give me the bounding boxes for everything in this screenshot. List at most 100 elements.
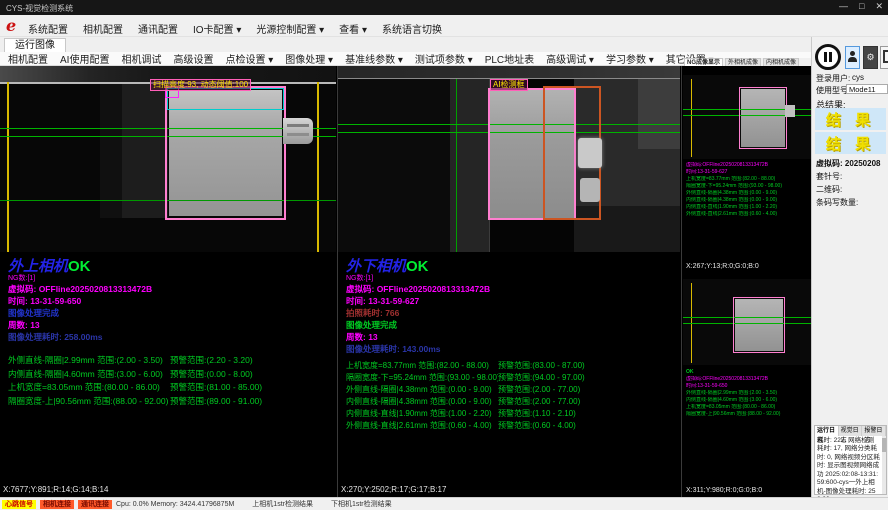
maximize-button[interactable]: □: [859, 1, 864, 12]
warn-range: 预警范围:(94.00 - 97.00): [498, 372, 585, 384]
mini-line: 外侧直线-隔圈|4.38mm 范围:(0.00 - 9.00): [686, 190, 808, 197]
measure-value: 上机宽度=83.05mm 范围:(80.00 - 86.00): [8, 381, 170, 395]
warn-range: 预警范围:(2.00 - 77.00): [498, 396, 580, 408]
qr-code-label: 二维码:: [816, 184, 842, 195]
minimize-button[interactable]: —: [839, 1, 848, 12]
tool-plc-address[interactable]: PLC地址表: [485, 51, 534, 66]
left-camera-image[interactable]: 扫描高度:93, 动态阈值:100: [0, 66, 336, 252]
dark-column: [100, 84, 122, 218]
measure-value: 隔圈宽度-上|90.56mm 范围:(88.00 - 92.00): [8, 395, 170, 409]
result-ok: OK: [686, 369, 808, 376]
warn-range: 预警范围:(1.10 - 2.10): [498, 408, 576, 420]
exit-button[interactable]: [880, 46, 888, 69]
measurement-row: 外侧直线-隔圈|2.99mm 范围:(2.00 - 3.50)预警范围:(2.2…: [8, 354, 328, 368]
close-button[interactable]: ✕: [875, 1, 883, 12]
done-line: 图像处理完成: [346, 320, 666, 331]
tool-ai-config[interactable]: AI使用配置: [60, 51, 109, 66]
measurement-row: 隔圈宽度-下=95.24mm 范围:(93.00 - 98.00)预警范围:(9…: [346, 372, 666, 384]
mini-line: 时间:13-31-59-650: [686, 383, 808, 390]
pink-roi-frame: [739, 87, 787, 149]
warn-range: 预警范围:(81.00 - 85.00): [170, 381, 262, 395]
tool-test-params[interactable]: 测试项参数 ▾: [415, 51, 473, 66]
log-tabs: 运行日志 视觉日志 报警日志: [815, 426, 886, 436]
mini-line: 内侧直线-隔圈|4.38mm 范围:(0.00 - 9.00): [686, 197, 808, 204]
yellow-guide-line: [691, 79, 692, 157]
measurement-row: 外侧直线-隔圈|4.38mm 范围:(0.00 - 9.00)预警范围:(2.0…: [346, 384, 666, 396]
menu-camera-config[interactable]: 相机配置: [83, 21, 123, 36]
thumb-pixel-coords: X:311;Y:980;R:0;G:0;B:0: [686, 487, 762, 494]
tool-image-processing[interactable]: 图像处理 ▾: [285, 51, 333, 66]
menu-light-config[interactable]: 光源控制配置 ▾: [256, 21, 324, 36]
measure-value: 隔圈宽度-下=95.24mm 范围:(93.00 - 98.00): [346, 372, 498, 384]
title-bar: CYS-视觉检测系统 — □ ✕: [0, 0, 888, 15]
thumbnail-image: [683, 75, 811, 159]
connector-part: [283, 118, 313, 144]
warn-range: 预警范围:(0.00 - 8.00): [170, 368, 253, 382]
measure-value: 外侧直线-隔圈|2.99mm 范围:(2.00 - 3.50): [8, 354, 170, 368]
menu-comm-config[interactable]: 通讯配置: [138, 21, 178, 36]
tool-advanced-debug[interactable]: 高级调试 ▾: [546, 51, 594, 66]
mini-line: 虚拟码:OFFline2025020813313472B: [686, 376, 808, 383]
menu-items: 系统配置 相机配置 通讯配置 IO卡配置 ▾ 光源控制配置 ▾ 查看 ▾ 系统语…: [28, 21, 442, 36]
metal-highlight: [580, 178, 600, 202]
ng-count: NG数:[1]: [8, 275, 328, 283]
camera-name: 外下相机: [346, 258, 406, 275]
tab-run-log[interactable]: 运行日志: [815, 426, 839, 436]
barcode-line: 虚拟码: OFFline2025020813313472B: [346, 284, 666, 295]
login-user-label: 登录用户:: [816, 73, 850, 84]
window-controls: — □ ✕: [839, 1, 883, 12]
warn-range: 预警范围:(83.00 - 87.00): [498, 360, 585, 372]
center-camera-title: 外下相机OK: [346, 258, 666, 275]
measure-value: 内侧直线-直线|1.90mm 范围:(1.00 - 2.20): [346, 408, 498, 420]
log-text: 耗时: 222, 网络检测耗时: 17, 网络分类耗时: 0, 网络视频分区耗时…: [815, 436, 886, 506]
camera-connection-badge: 相机连接: [40, 500, 74, 509]
tab-run-image[interactable]: 运行图像: [4, 38, 66, 52]
left-pixel-coords: X:7677;Y:891;R:14;G:14;B:14: [3, 485, 108, 494]
main-area: 扫描高度:93, 动态阈值:100 外上相机OK NG数:[1] 虚拟码: OF…: [0, 66, 811, 497]
mini-line: 外侧直线-直线|2.61mm 范围:(0.60 - 4.00): [686, 211, 808, 218]
photo-time-line: 拍照耗时: 766: [346, 308, 666, 319]
status-bar: 心跳信号 相机连接 通讯连接 Cpu: 0.0% Memory: 3424.41…: [0, 497, 888, 510]
warn-range: 预警范围:(2.00 - 77.00): [498, 384, 580, 396]
panel-divider: [681, 66, 682, 497]
machine-top-band: [338, 66, 680, 78]
log-scrollbar[interactable]: [882, 436, 886, 494]
machine-highlight: [638, 79, 680, 149]
measurement-rows: 上机宽度=83.77mm 范围:(82.00 - 88.00)预警范围:(83.…: [346, 360, 666, 432]
comm-connection-badge: 通讯连接: [78, 500, 112, 509]
menu-io-config[interactable]: IO卡配置 ▾: [193, 21, 241, 36]
tool-advanced-settings[interactable]: 高级设置: [173, 51, 213, 66]
menu-language[interactable]: 系统语言切换: [382, 21, 442, 36]
tool-spot-check[interactable]: 点检设置 ▾: [225, 51, 273, 66]
tool-learning-params[interactable]: 学习参数 ▾: [606, 51, 654, 66]
ng-thumbnail-bottom[interactable]: OK 虚拟码:OFFline2025020813313472B 时间:13-31…: [683, 273, 811, 497]
thumbnail-image: [683, 279, 811, 365]
menu-view[interactable]: 查看 ▾: [339, 21, 367, 36]
result-ok: OK: [406, 258, 429, 275]
time-line: 时间: 13-31-59-650: [8, 296, 328, 307]
time-line: 时间: 13-31-59-627: [346, 296, 666, 307]
measure-value: 外侧直线-直线|2.61mm 范围:(0.60 - 4.00): [346, 420, 498, 432]
center-result-info: 外下相机OK NG数:[1] 虚拟码: OFFline2025020813313…: [346, 258, 666, 432]
measurement-row: 内侧直线-直线|1.90mm 范围:(1.00 - 2.20)预警范围:(1.1…: [346, 408, 666, 420]
yellow-guide-line-right: [317, 82, 319, 252]
process-time-line: 图像处理耗时: 143.00ms: [346, 344, 666, 355]
pause-button[interactable]: [815, 44, 841, 70]
mini-line: 外侧直线-隔圈|2.99mm 范围:(2.00 - 3.50): [686, 390, 808, 397]
user-login-button[interactable]: [845, 46, 860, 69]
settings-button[interactable]: ⚙: [863, 46, 878, 69]
center-camera-image[interactable]: AI检测框: [338, 66, 680, 252]
model-field[interactable]: Mode11: [846, 84, 888, 94]
tool-camera-config[interactable]: 相机配置: [8, 51, 48, 66]
mini-line: 上机宽度=83.77mm 范围:(82.00 - 88.00): [686, 176, 808, 183]
tab-alarm-log[interactable]: 报警日志: [862, 426, 886, 436]
measurement-row: 上机宽度=83.05mm 范围:(80.00 - 86.00)预警范围:(81.…: [8, 381, 328, 395]
tab-vision-log[interactable]: 视觉日志: [839, 426, 863, 436]
menu-system-config[interactable]: 系统配置: [28, 21, 68, 36]
window-title: CYS-视觉检测系统: [6, 3, 73, 14]
yellow-guide-line-left: [7, 82, 9, 252]
ng-thumbnail-top[interactable]: 虚拟码:OFFline2025020813313472B 时间:13-31-59…: [683, 66, 811, 273]
tool-camera-debug[interactable]: 相机调试: [121, 51, 161, 66]
exit-door-icon: [883, 50, 888, 63]
tool-baseline-params[interactable]: 基准线参数 ▾: [345, 51, 403, 66]
